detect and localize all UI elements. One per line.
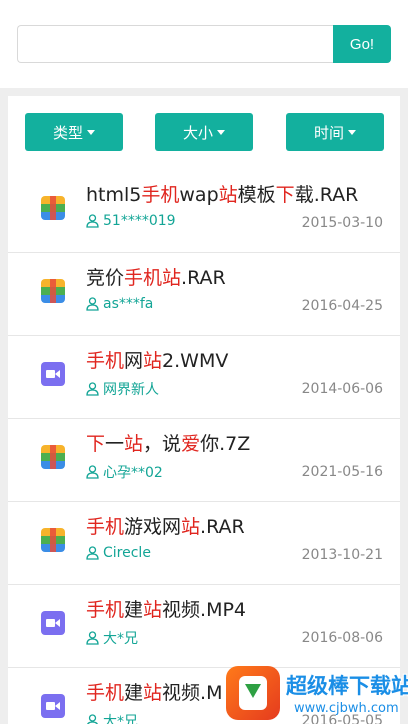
uploader-name: 大*兄 (103, 714, 138, 724)
uploader-name: as***fa (103, 296, 154, 312)
title-keyword: 站 (218, 184, 238, 206)
title-text: 竞价 (86, 267, 125, 289)
result-item[interactable]: html5手机wap站模板下载.RAR 51****019 2015-03-10 (8, 170, 400, 253)
title-keyword: 下 (86, 433, 106, 455)
watermark: 超级棒下载站 www.cjbwh.com (226, 664, 408, 724)
title-keyword: 站 (124, 433, 144, 455)
result-item[interactable]: 下一站，说爱你.7Z 心孕**02 2021-05-16 (8, 419, 400, 502)
archive-icon (41, 445, 65, 469)
title-keyword: 站 (143, 350, 163, 372)
title-text: 一 (105, 433, 125, 455)
search-input[interactable] (17, 25, 334, 63)
title-text: 建 (124, 682, 144, 704)
result-title[interactable]: 竞价手机站.RAR (86, 263, 226, 290)
user-icon (86, 546, 99, 560)
filter-size-button[interactable]: 大小 (155, 113, 253, 151)
watermark-brand: 超级棒下载站 (286, 674, 408, 698)
uploader-name: 51****019 (103, 213, 176, 229)
go-button[interactable]: Go! (333, 25, 391, 63)
upload-date: 2014-06-06 (301, 381, 383, 397)
user-icon (86, 465, 99, 479)
result-item[interactable]: 手机游戏网站.RAR Cirecle 2013-10-21 (8, 502, 400, 585)
uploader[interactable]: 51****019 (86, 213, 176, 229)
result-title[interactable]: 手机建站视频.MP4 (86, 595, 246, 622)
title-text: 视频.MP4 (162, 599, 247, 621)
title-text: 游戏网 (124, 516, 182, 538)
user-icon (86, 214, 99, 228)
video-icon (41, 611, 65, 635)
title-keyword: 手机 (86, 516, 125, 538)
upload-date: 2016-08-06 (301, 630, 383, 646)
result-title[interactable]: 手机网站2.WMV (86, 346, 228, 373)
archive-icon (41, 279, 65, 303)
title-keyword: 手机站 (124, 267, 182, 289)
archive-icon (41, 196, 65, 220)
title-keyword: 爱 (181, 433, 201, 455)
upload-date: 2015-03-10 (301, 215, 383, 231)
result-list: html5手机wap站模板下载.RAR 51****019 2015-03-10 竞价… (8, 170, 400, 724)
download-logo-icon (226, 666, 280, 720)
title-text: .RAR (181, 267, 226, 289)
title-keyword: 手机 (86, 350, 125, 372)
upload-date: 2021-05-16 (301, 464, 383, 480)
search-bar: Go! (0, 0, 408, 88)
user-icon (87, 714, 98, 724)
title-keyword: 下 (275, 184, 295, 206)
title-keyword: 站 (143, 599, 163, 621)
caret-down-icon (217, 130, 225, 135)
filter-time-label: 时间 (313, 123, 344, 142)
watermark-url: www.cjbwh.com (294, 701, 399, 716)
caret-down-icon (348, 130, 356, 135)
title-text: .RAR (200, 516, 245, 538)
uploader[interactable]: 心孕**02 (86, 462, 163, 482)
title-text: 2.WMV (162, 350, 229, 372)
uploader[interactable]: Cirecle (86, 545, 151, 561)
user-icon (86, 382, 99, 396)
filter-type-label: 类型 (52, 123, 83, 142)
filter-type-button[interactable]: 类型 (25, 113, 123, 151)
uploader-name: 大*兄 (103, 631, 138, 647)
video-icon (41, 362, 65, 386)
uploader-name: 网界新人 (103, 382, 159, 398)
result-title[interactable]: 手机建站视频.M (86, 678, 222, 705)
uploader[interactable]: 大*兄 (86, 628, 138, 648)
filter-time-button[interactable]: 时间 (286, 113, 384, 151)
upload-date: 2013-10-21 (301, 547, 383, 563)
title-text: 网 (124, 350, 144, 372)
title-text: 建 (124, 599, 144, 621)
uploader[interactable]: 网界新人 (86, 379, 159, 399)
result-item[interactable]: 手机网站2.WMV 网界新人 2014-06-06 (8, 336, 400, 419)
caret-down-icon (87, 130, 95, 135)
title-keyword: 站 (181, 516, 201, 538)
results-panel: 类型 大小 时间 html5手机wap站模板下载.RAR 51****019 201… (8, 96, 400, 724)
user-icon (86, 297, 99, 311)
title-text: 你.7Z (200, 433, 251, 455)
result-title[interactable]: 手机游戏网站.RAR (86, 512, 245, 539)
title-text: 视频.M (162, 682, 223, 704)
uploader-name: Cirecle (103, 545, 151, 561)
title-keyword: 手机 (86, 599, 125, 621)
result-title[interactable]: 下一站，说爱你.7Z (86, 429, 250, 456)
archive-icon (41, 528, 65, 552)
title-text: wap (179, 184, 219, 206)
upload-date: 2016-04-25 (301, 298, 383, 314)
uploader[interactable]: as***fa (86, 296, 153, 312)
uploader-name: 心孕**02 (103, 465, 163, 481)
title-text: html5 (86, 184, 142, 206)
title-text: 载.RAR (294, 184, 359, 206)
result-title[interactable]: html5手机wap站模板下载.RAR (86, 180, 358, 207)
uploader[interactable]: 大*兄 (86, 711, 138, 724)
title-text: ，说 (143, 433, 182, 455)
filter-size-label: 大小 (182, 123, 213, 142)
user-icon (86, 631, 99, 645)
title-text: 模板 (237, 184, 276, 206)
title-keyword: 手机 (141, 184, 180, 206)
result-item[interactable]: 竞价手机站.RAR as***fa 2016-04-25 (8, 253, 400, 336)
video-icon (41, 694, 65, 718)
result-item[interactable]: 手机建站视频.MP4 大*兄 2016-08-06 (8, 585, 400, 668)
title-keyword: 手机 (86, 682, 125, 704)
title-keyword: 站 (143, 682, 163, 704)
